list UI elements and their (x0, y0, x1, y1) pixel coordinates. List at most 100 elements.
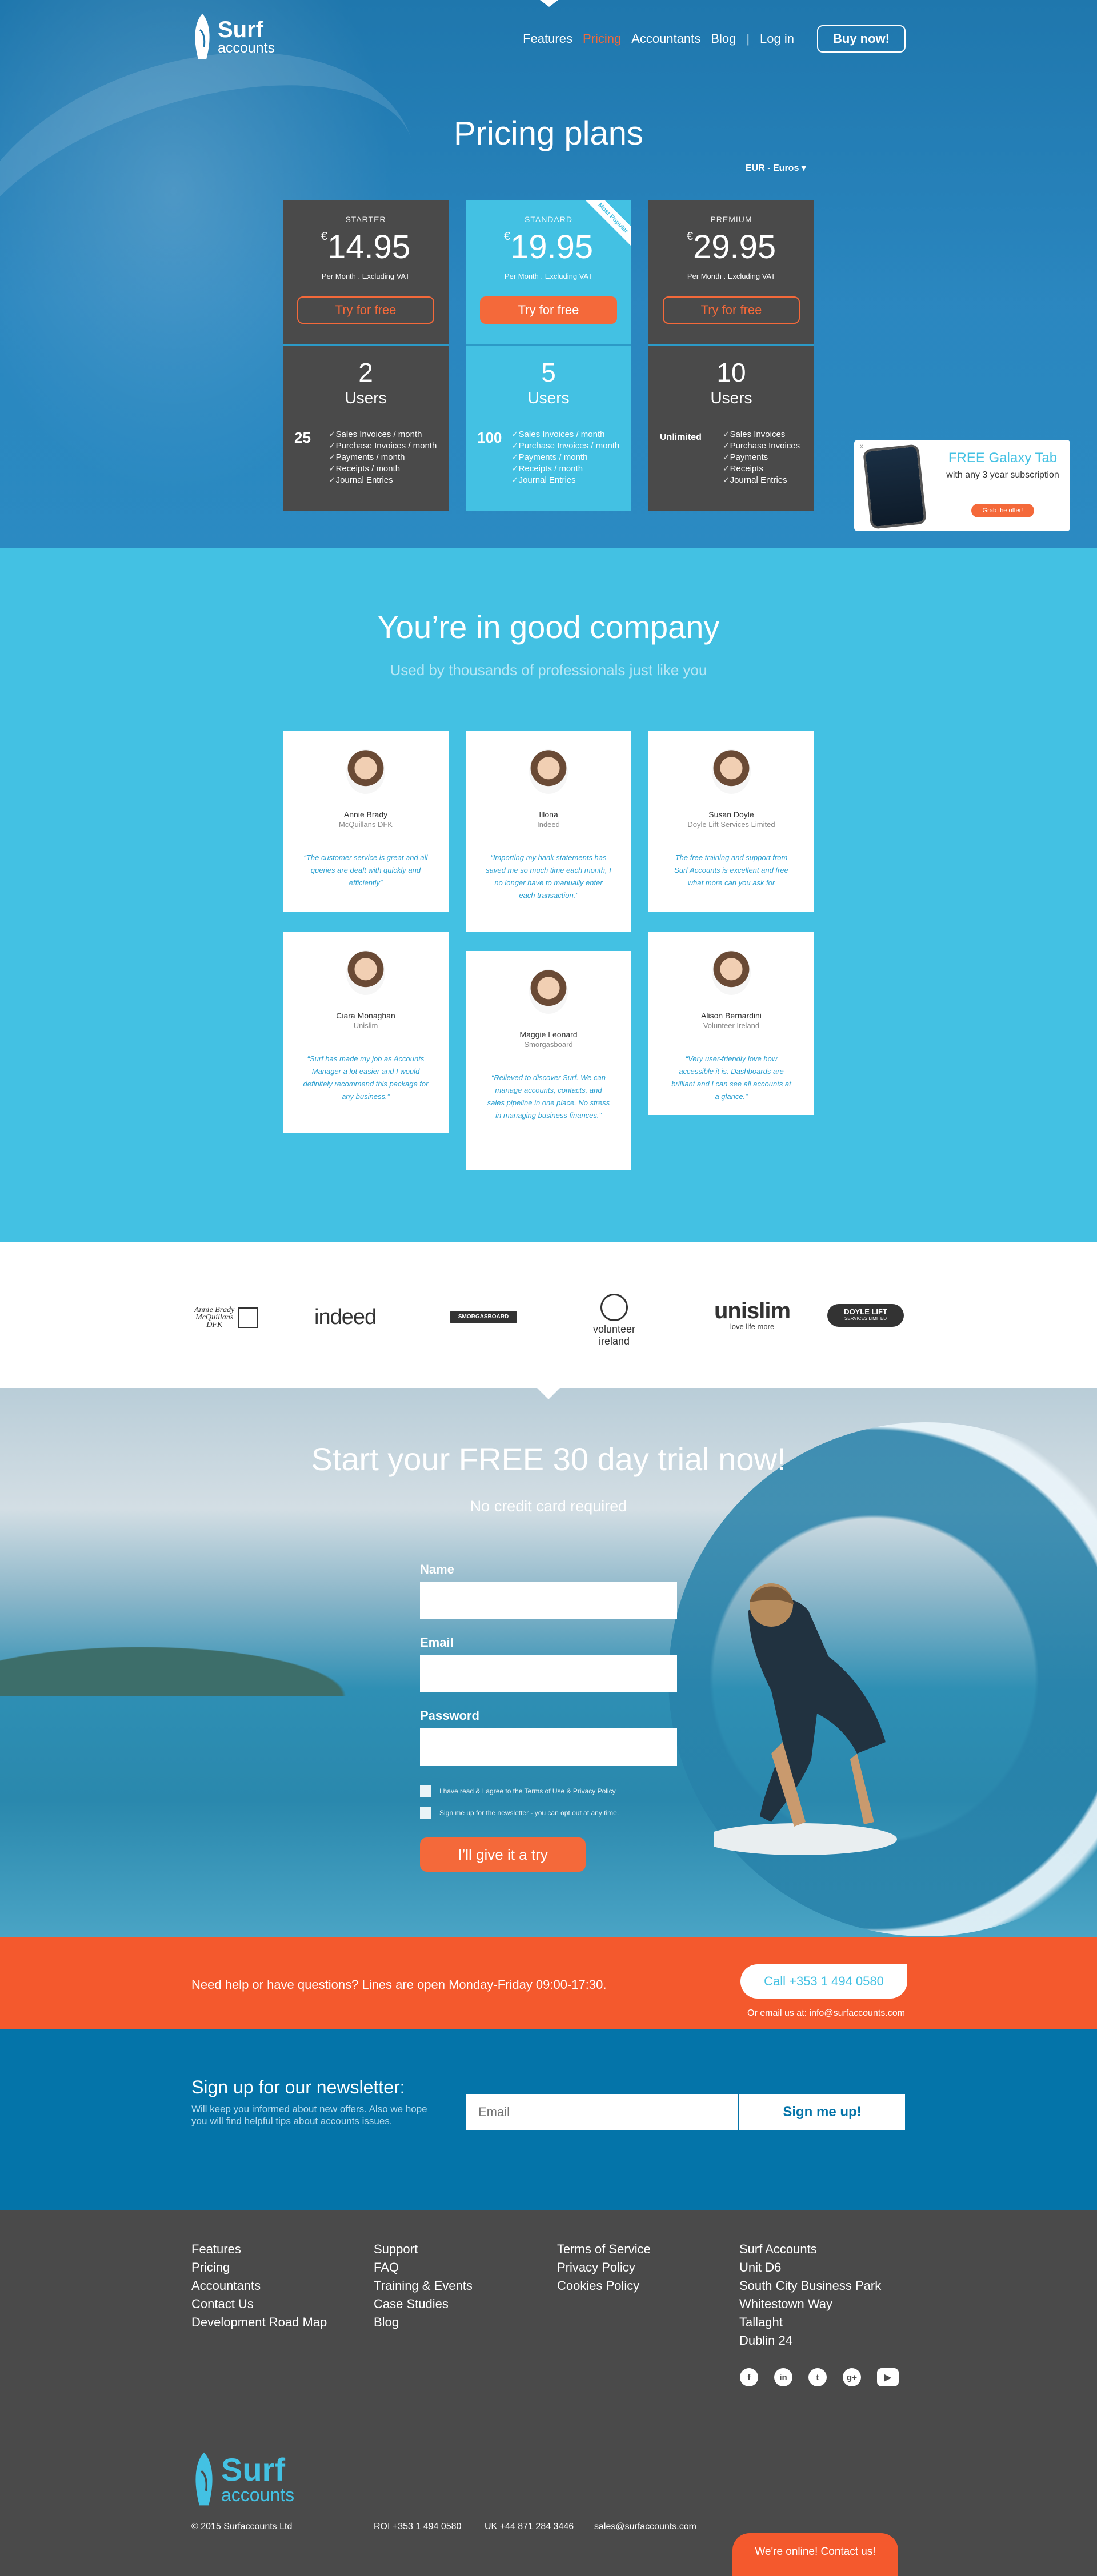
plan-feature-list: Sales Invoices Purchase Invoices Payment… (723, 429, 800, 486)
contact-email[interactable]: Or email us at: info@surfaccounts.com (740, 2008, 912, 2019)
testimonial-card: Annie Brady McQuillans DFK “The customer… (283, 731, 449, 912)
footer-col-legal: Terms of Service Privacy Policy Cookies … (557, 2240, 651, 2295)
facebook-icon[interactable]: f (740, 2368, 758, 2386)
footer-link[interactable]: FAQ (374, 2258, 473, 2277)
youtube-icon[interactable]: ▶ (877, 2368, 899, 2386)
footer-link[interactable]: Privacy Policy (557, 2258, 651, 2277)
footer-link[interactable]: Accountants (191, 2277, 327, 2295)
logo-name: Surf (218, 17, 263, 42)
try-for-free-button[interactable]: Try for free (663, 296, 800, 324)
testimonial-company: Indeed (537, 820, 560, 829)
footer-link[interactable]: Case Studies (374, 2295, 473, 2313)
main-nav: Features Pricing Accountants Blog | Log … (513, 25, 906, 53)
testimonial-card: Susan Doyle Doyle Lift Services Limited … (648, 731, 814, 912)
volunteer-ireland-logo: volunteer ireland (577, 1294, 651, 1347)
call-button[interactable]: Call +353 1 494 0580 (740, 1964, 907, 1999)
close-icon[interactable]: x (860, 442, 863, 450)
google-plus-icon[interactable]: g+ (843, 2368, 861, 2386)
plan-users-count: 10 (716, 358, 746, 387)
testimonials-section: You’re in good company Used by thousands… (0, 548, 1097, 1242)
address-line: Tallaght (739, 2315, 783, 2329)
newsletter-checkbox-row[interactable]: Sign me up for the newsletter - you can … (420, 1803, 677, 1823)
plan-currency-symbol: € (321, 230, 327, 243)
contact-message: Need help or have questions? Lines are o… (191, 1977, 607, 1992)
plan-feature: Journal Entries (511, 475, 619, 486)
surf-logo[interactable]: Surf accounts (191, 13, 275, 61)
testimonial-quote: “Very user-friendly love how accessible … (671, 1054, 791, 1101)
testimonial-name: Annie Brady (343, 810, 388, 819)
avatar (529, 749, 568, 794)
unislim-tagline: love life more (730, 1322, 775, 1331)
name-field[interactable] (420, 1582, 677, 1619)
twitter-icon[interactable]: t (808, 2368, 827, 2386)
try-for-free-button[interactable]: Try for free (297, 296, 434, 324)
newsletter-section: Sign up for our newsletter: Will keep yo… (0, 2029, 1097, 2210)
email-label: Email (420, 1635, 454, 1650)
address-line: Unit D6 (739, 2260, 782, 2274)
footer-link[interactable]: Pricing (191, 2258, 327, 2277)
avatar (529, 969, 568, 1014)
try-for-free-button[interactable]: Try for free (480, 296, 617, 324)
surfboard-logo-icon (195, 2452, 213, 2506)
footer-address: Surf Accounts Unit D6 South City Busines… (739, 2240, 881, 2350)
plan-transaction-count: Unlimited (660, 432, 702, 442)
grab-offer-button[interactable]: Grab the offer! (971, 504, 1034, 517)
testimonial-company: Smorgasboard (524, 1040, 573, 1049)
plan-feature: Purchase Invoices / month (511, 440, 620, 452)
testimonial-company: McQuillans DFK (339, 820, 393, 829)
testimonial-quote: “Surf has made my job as Accounts Manage… (303, 1054, 429, 1101)
plan-price: €19.95 (466, 231, 631, 264)
unislim-text: unislim (714, 1298, 791, 1323)
online-contact-button[interactable]: We're online! Contact us! (732, 2533, 898, 2576)
testimonial-card: Maggie Leonard Smorgasboard “Relieved to… (466, 951, 631, 1170)
testimonial-name: Illona (539, 810, 558, 819)
terms-checkbox[interactable] (420, 1785, 431, 1797)
galaxy-tab-promo[interactable]: x FREE Galaxy Tab with any 3 year subscr… (854, 440, 1070, 531)
footer-link[interactable]: Training & Events (374, 2277, 473, 2295)
nav-accountants[interactable]: Accountants (631, 31, 700, 46)
address-line: Dublin 24 (739, 2333, 792, 2348)
testimonial-name: Susan Doyle (708, 810, 754, 819)
password-field[interactable] (420, 1728, 677, 1766)
plan-feature: Payments / month (329, 452, 437, 463)
nav-notch (540, 0, 558, 7)
address-line: Whitestown Way (739, 2297, 833, 2311)
avatar (346, 950, 385, 995)
trial-signup-form: Name Email Password I have read & I agre… (420, 1562, 677, 1872)
give-it-a-try-button[interactable]: I’ll give it a try (420, 1837, 586, 1872)
sales-email[interactable]: sales@surfaccounts.com (594, 2522, 696, 2532)
doyle-lift-text: DOYLE LIFT (844, 1307, 887, 1316)
email-field[interactable] (420, 1655, 677, 1692)
footer-link[interactable]: Contact Us (191, 2295, 327, 2313)
footer-link[interactable]: Features (191, 2240, 327, 2258)
plan-feature: Sales Invoices / month (511, 429, 619, 440)
island-image (0, 1634, 400, 1696)
dfk-mark-icon (238, 1307, 259, 1328)
footer-logo-sub: accounts (221, 2485, 295, 2505)
trial-subtitle: No credit card required (470, 1498, 627, 1515)
newsletter-text: Will keep you informed about new offers.… (191, 2104, 427, 2126)
currency-select[interactable]: EUR - Euros ▾ (746, 162, 806, 174)
testimonial-card: Alison Bernardini Volunteer Ireland “Ver… (648, 932, 814, 1115)
nav-pricing[interactable]: Pricing (583, 31, 621, 46)
linkedin-icon[interactable]: in (774, 2368, 792, 2386)
nav-features[interactable]: Features (523, 31, 572, 46)
sign-me-up-button[interactable]: Sign me up! (739, 2094, 905, 2130)
footer-link[interactable]: Terms of Service (557, 2240, 651, 2258)
address-line: Surf Accounts (739, 2242, 817, 2256)
footer-link[interactable]: Development Road Map (191, 2313, 327, 2332)
plan-users-label: Users (710, 389, 752, 407)
newsletter-checkbox[interactable] (420, 1807, 431, 1819)
plan-tier: STARTER (345, 215, 386, 224)
terms-checkbox-row[interactable]: I have read & I agree to the Terms of Us… (420, 1781, 677, 1801)
plan-feature: Purchase Invoices (723, 440, 800, 452)
buy-now-button[interactable]: Buy now! (817, 25, 906, 53)
footer-link[interactable]: Cookies Policy (557, 2277, 651, 2295)
footer-link[interactable]: Support (374, 2240, 473, 2258)
newsletter-email-input[interactable] (466, 2094, 738, 2130)
nav-login[interactable]: Log in (760, 31, 794, 46)
footer-link[interactable]: Blog (374, 2313, 473, 2332)
name-label: Name (420, 1562, 454, 1576)
footer-logo[interactable]: Surf accounts (191, 2450, 294, 2507)
nav-blog[interactable]: Blog (711, 31, 736, 46)
